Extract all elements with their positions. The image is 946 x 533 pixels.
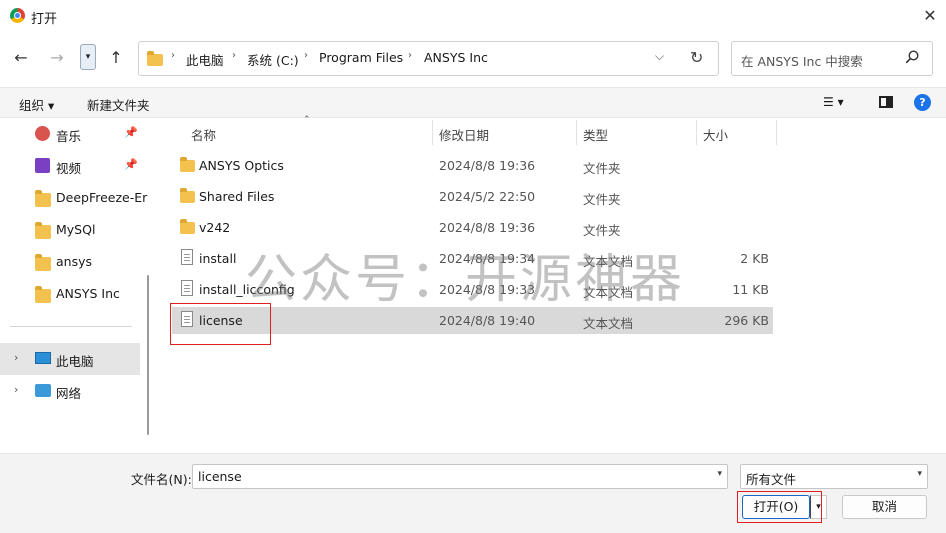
file-size: 11 KB bbox=[732, 282, 769, 297]
back-arrow-icon[interactable]: ← bbox=[9, 45, 33, 71]
column-divider[interactable] bbox=[576, 120, 577, 145]
new-folder-button[interactable]: 新建文件夹 bbox=[87, 95, 150, 114]
column-divider[interactable] bbox=[696, 120, 697, 145]
breadcrumb-program-files[interactable]: Program Files bbox=[319, 50, 403, 65]
column-header-size[interactable]: 大小 bbox=[703, 125, 728, 144]
forward-arrow-icon[interactable]: → bbox=[45, 45, 69, 71]
breadcrumb-this-pc[interactable]: 此电脑 bbox=[186, 50, 224, 69]
breadcrumb-separator[interactable]: › bbox=[304, 50, 308, 61]
highlight-box bbox=[737, 491, 822, 523]
folder-icon bbox=[35, 222, 51, 239]
sidebar-item-music[interactable]: 音乐 📌 bbox=[0, 118, 140, 150]
refresh-icon[interactable]: ↻ bbox=[690, 48, 703, 67]
folder-icon bbox=[35, 286, 51, 303]
sidebar-item-label: DeepFreeze-Er bbox=[56, 190, 148, 205]
file-type: 文本文档 bbox=[583, 316, 634, 331]
sidebar-scrollbar[interactable] bbox=[147, 275, 149, 435]
music-icon bbox=[35, 126, 50, 141]
sidebar-item-ansys-inc[interactable]: ANSYS Inc bbox=[0, 278, 140, 310]
up-arrow-icon[interactable]: ↑ bbox=[104, 45, 128, 71]
file-type: 文件夹 bbox=[583, 192, 621, 207]
sidebar-item-label: 视频 bbox=[56, 161, 82, 176]
sidebar-item-deepfreeze[interactable]: DeepFreeze-Er bbox=[0, 182, 147, 214]
file-size: 2 KB bbox=[740, 251, 769, 266]
folder-icon bbox=[147, 51, 163, 66]
breadcrumb-separator: › bbox=[171, 50, 175, 61]
sidebar-item-label: ansys bbox=[56, 254, 93, 269]
sidebar-item-network[interactable]: › 网络 bbox=[0, 375, 140, 407]
file-date: 2024/8/8 19:36 bbox=[439, 220, 536, 235]
organize-menu-button[interactable]: 组织 ▾ bbox=[19, 95, 54, 114]
sidebar-item-video[interactable]: 视频 📌 bbox=[0, 150, 140, 182]
chevron-down-icon[interactable]: ▾ bbox=[917, 469, 922, 479]
folder-icon bbox=[180, 219, 195, 234]
file-date: 2024/8/8 19:40 bbox=[439, 313, 536, 328]
open-file-dialog: 打开 ✕ ← → ▾ ↑ › 此电脑 › 系统 (C:) › Program F… bbox=[0, 0, 946, 533]
recent-locations-dropdown[interactable]: ▾ bbox=[80, 44, 96, 70]
text-document-icon bbox=[181, 249, 193, 265]
chevron-down-icon[interactable]: ▾ bbox=[717, 469, 722, 479]
sidebar-item-label: ANSYS Inc bbox=[56, 286, 120, 301]
pin-icon: 📌 bbox=[124, 126, 138, 139]
column-divider[interactable] bbox=[432, 120, 433, 145]
file-row[interactable]: Shared Files 2024/5/2 22:50 文件夹 bbox=[172, 183, 773, 210]
folder-icon bbox=[180, 188, 195, 203]
help-icon[interactable]: ? bbox=[914, 94, 931, 111]
breadcrumb-separator[interactable]: › bbox=[408, 50, 412, 61]
pin-icon: 📌 bbox=[124, 158, 138, 171]
column-divider[interactable] bbox=[776, 120, 777, 145]
sidebar-item-this-pc[interactable]: › 此电脑 bbox=[0, 343, 140, 375]
file-type-filter[interactable]: 所有文件 ▾ bbox=[740, 464, 928, 489]
file-name: install bbox=[199, 251, 237, 266]
sidebar-item-label: MySQl bbox=[56, 222, 96, 237]
video-icon bbox=[35, 158, 50, 173]
close-icon[interactable]: ✕ bbox=[918, 4, 942, 28]
folder-icon bbox=[180, 157, 195, 172]
file-size: 296 KB bbox=[724, 313, 769, 328]
search-input[interactable]: 在 ANSYS Inc 中搜索 bbox=[741, 51, 863, 70]
title-bar bbox=[0, 0, 946, 32]
folder-icon bbox=[35, 254, 51, 271]
file-row[interactable]: ANSYS Optics 2024/8/8 19:36 文件夹 bbox=[172, 152, 773, 179]
address-history-chevron-icon[interactable]: ⌵ bbox=[655, 49, 664, 64]
sort-ascending-icon: ⌃ bbox=[303, 115, 311, 125]
text-document-icon bbox=[181, 280, 193, 296]
network-icon bbox=[35, 384, 51, 397]
dialog-title: 打开 bbox=[31, 12, 58, 27]
chrome-icon bbox=[10, 8, 25, 23]
sidebar-divider bbox=[10, 326, 132, 327]
sidebar-item-label: 音乐 bbox=[56, 129, 82, 144]
file-type: 文件夹 bbox=[583, 161, 621, 176]
watermark-text: 公众号：开源神器 bbox=[245, 250, 686, 310]
view-options-button[interactable]: ☰ ▾ bbox=[823, 95, 844, 109]
folder-icon bbox=[35, 190, 51, 207]
file-date: 2024/8/8 19:36 bbox=[439, 158, 536, 173]
cancel-button[interactable]: 取消 bbox=[842, 495, 927, 519]
file-type-filter-value: 所有文件 bbox=[746, 472, 797, 487]
sidebar-item-label: 此电脑 bbox=[56, 354, 94, 369]
column-header-type[interactable]: 类型 bbox=[583, 125, 608, 144]
column-header-date[interactable]: 修改日期 bbox=[439, 125, 489, 144]
file-name: v242 bbox=[199, 220, 231, 235]
sidebar-item-ansys[interactable]: ansys bbox=[0, 246, 140, 278]
search-icon[interactable] bbox=[905, 50, 919, 64]
sidebar-item-label: 网络 bbox=[56, 386, 82, 401]
file-date: 2024/5/2 22:50 bbox=[439, 189, 536, 204]
filename-label: 文件名(N): bbox=[131, 472, 192, 487]
file-name: Shared Files bbox=[199, 189, 275, 204]
computer-icon bbox=[35, 352, 51, 364]
column-header-name[interactable]: 名称 bbox=[191, 125, 216, 144]
breadcrumb-separator[interactable]: › bbox=[232, 50, 236, 61]
file-name: ANSYS Optics bbox=[199, 158, 284, 173]
sidebar-item-mysql[interactable]: MySQl bbox=[0, 214, 140, 246]
breadcrumb-ansys-inc[interactable]: ANSYS Inc bbox=[424, 50, 488, 65]
breadcrumb-system-c[interactable]: 系统 (C:) bbox=[247, 50, 299, 69]
preview-pane-icon[interactable] bbox=[879, 96, 893, 108]
filename-field[interactable]: license ▾ bbox=[192, 464, 728, 489]
expand-chevron-icon[interactable]: › bbox=[14, 351, 18, 364]
filename-value[interactable]: license bbox=[198, 469, 242, 484]
expand-chevron-icon[interactable]: › bbox=[14, 383, 18, 396]
